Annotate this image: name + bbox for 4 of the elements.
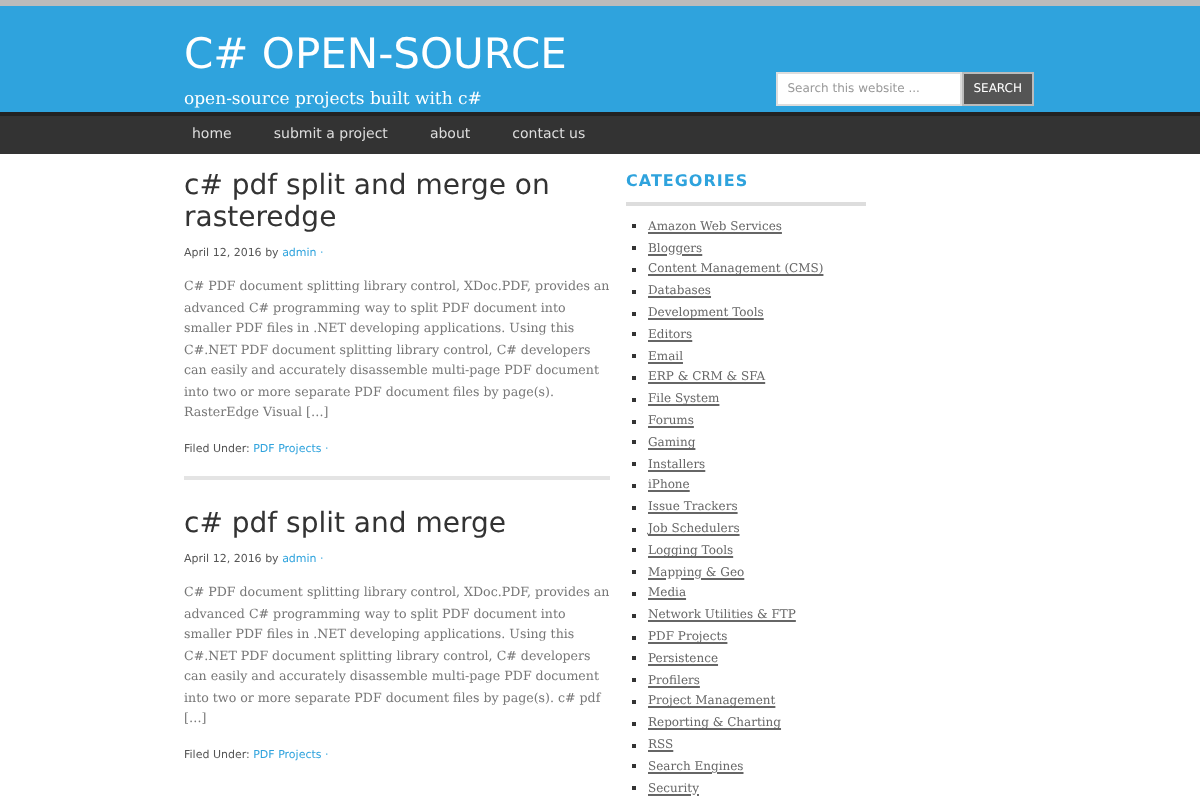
post-title[interactable]: c# pdf split and merge <box>184 508 610 540</box>
site-tagline: open-source projects built with c# <box>184 88 484 114</box>
sidebar-heading: CATEGORIES <box>626 170 751 194</box>
post-title[interactable]: c# pdf split and merge on rasteredge <box>184 170 610 234</box>
